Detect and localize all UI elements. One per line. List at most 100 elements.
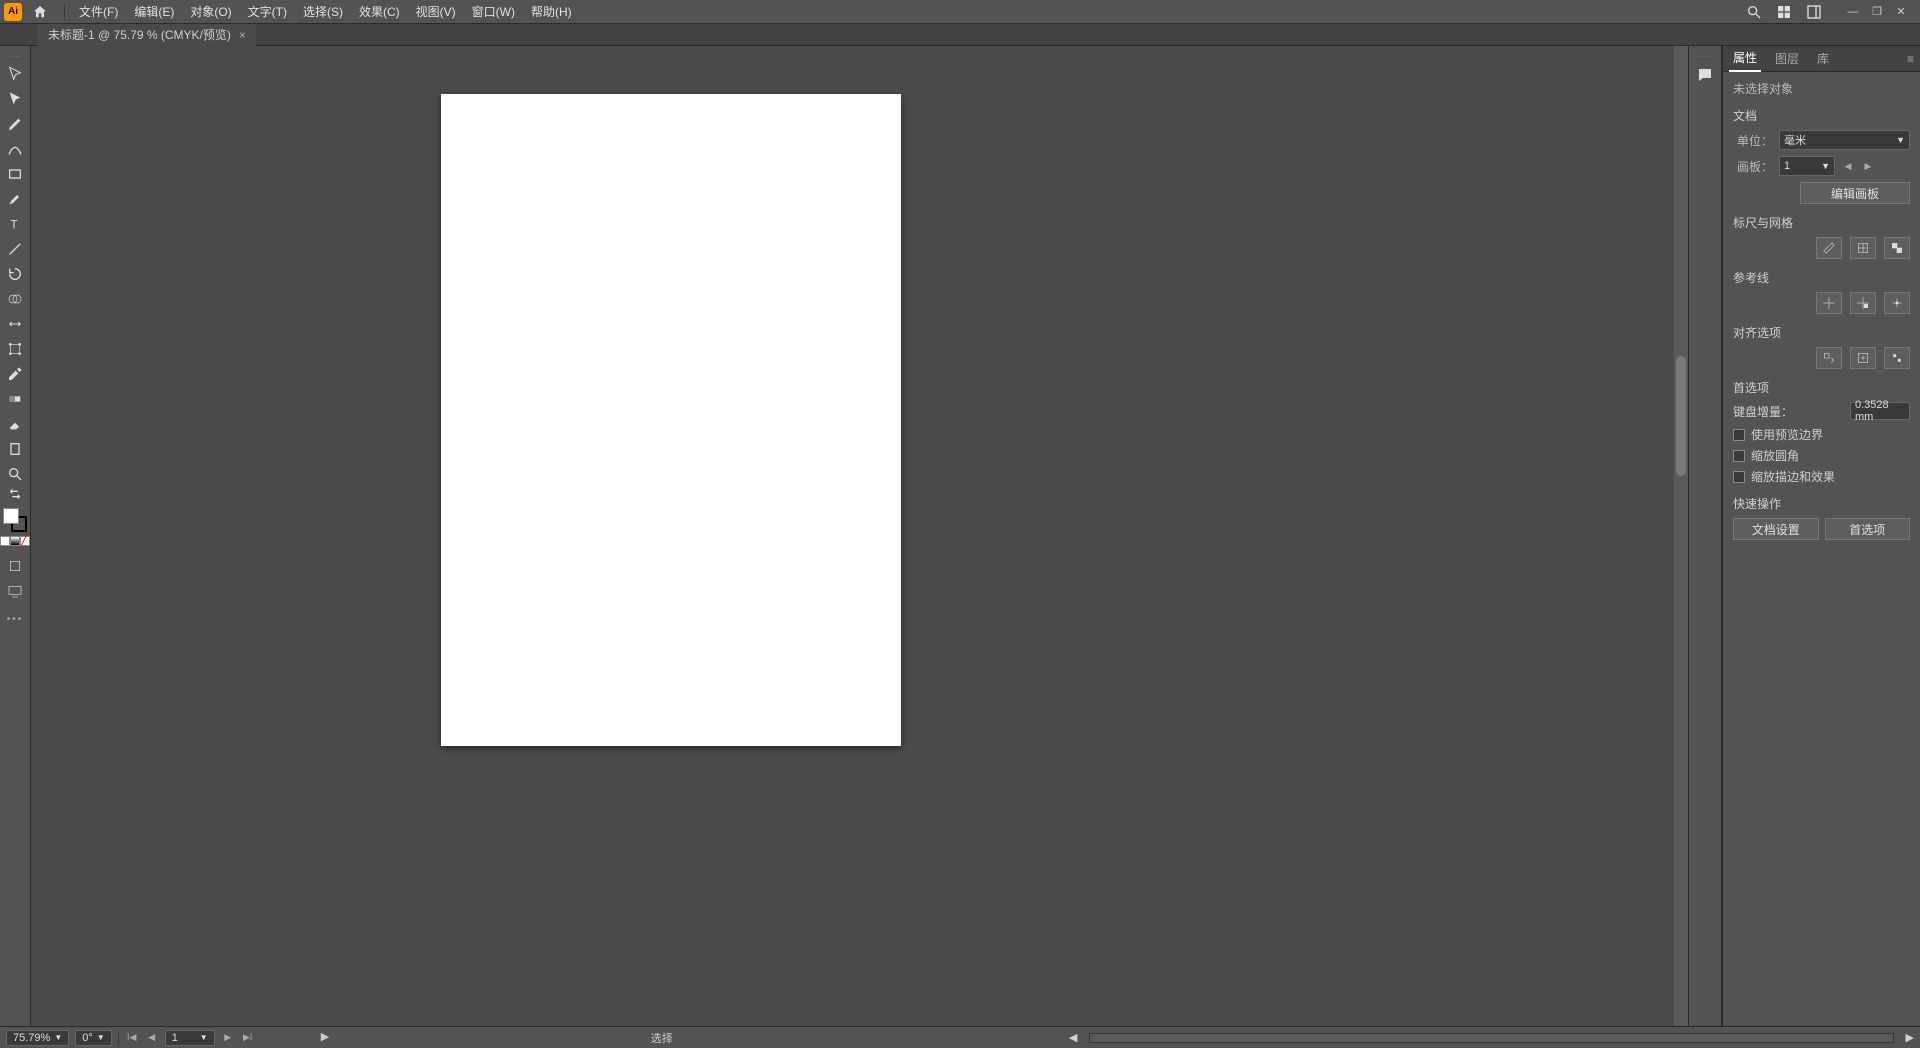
- close-icon[interactable]: ×: [239, 28, 246, 42]
- workspace-switcher-icon[interactable]: [1804, 2, 1824, 22]
- zoom-field[interactable]: 75.79% ▼: [6, 1030, 69, 1046]
- gradient-tool[interactable]: [2, 387, 28, 411]
- chevron-down-icon: ▼: [200, 1033, 208, 1042]
- prev-artboard-button[interactable]: ◀: [1841, 157, 1855, 175]
- smart-guides-button[interactable]: [1884, 292, 1910, 314]
- color-mode-gradient[interactable]: [10, 536, 20, 546]
- rulers-grid-title: 标尺与网格: [1733, 214, 1910, 231]
- grid-toggle-button[interactable]: [1850, 237, 1876, 259]
- vertical-scrollbar[interactable]: [1674, 46, 1688, 1026]
- paintbrush-tool[interactable]: [2, 187, 28, 211]
- edit-artboard-button[interactable]: 编辑画板: [1800, 182, 1910, 204]
- artboard-nav-field[interactable]: 1 ▼: [165, 1030, 215, 1046]
- scale-strokes-checkbox[interactable]: 缩放描边和效果: [1733, 468, 1910, 485]
- next-artboard-button[interactable]: ▶: [221, 1031, 235, 1045]
- document-section-title: 文档: [1733, 107, 1910, 124]
- color-mode-none[interactable]: ╱: [20, 536, 30, 546]
- artboard-select[interactable]: 1 ▼: [1779, 156, 1835, 176]
- toolbox-grip[interactable]: [3, 52, 27, 58]
- snap-to-grid-button[interactable]: [1850, 347, 1876, 369]
- dock-grip[interactable]: [1693, 52, 1717, 58]
- artboard[interactable]: [441, 94, 901, 746]
- menu-view[interactable]: 视图(V): [408, 0, 464, 24]
- line-segment-tool[interactable]: [2, 237, 28, 261]
- guides-title: 参考线: [1733, 269, 1910, 286]
- guides-lock-button[interactable]: [1850, 292, 1876, 314]
- guides-visibility-button[interactable]: [1816, 292, 1842, 314]
- eyedropper-tool[interactable]: [2, 362, 28, 386]
- rotate-tool[interactable]: [2, 262, 28, 286]
- pen-tool[interactable]: [2, 112, 28, 136]
- fill-color[interactable]: [3, 508, 19, 524]
- edit-toolbar-icon[interactable]: •••: [7, 614, 24, 625]
- screen-mode-icon[interactable]: [2, 579, 28, 603]
- rotate-view-field[interactable]: 0° ▼: [75, 1030, 111, 1046]
- snap-to-point-button[interactable]: [1816, 347, 1842, 369]
- menu-object[interactable]: 对象(O): [182, 0, 239, 24]
- first-artboard-button[interactable]: I◀: [125, 1031, 139, 1045]
- menu-edit[interactable]: 编辑(E): [126, 0, 182, 24]
- next-artboard-button[interactable]: ▶: [1861, 157, 1875, 175]
- zoom-tool[interactable]: [2, 462, 28, 486]
- shape-builder-tool[interactable]: [2, 287, 28, 311]
- arrange-documents-icon[interactable]: [1774, 2, 1794, 22]
- use-preview-bounds-checkbox[interactable]: 使用预览边界: [1733, 426, 1910, 443]
- minimize-button[interactable]: —: [1844, 5, 1862, 19]
- vertical-scrollbar-thumb[interactable]: [1676, 356, 1686, 476]
- eraser-tool[interactable]: [2, 412, 28, 436]
- home-icon[interactable]: [30, 2, 50, 22]
- hscroll-right-button[interactable]: ▶: [1906, 1031, 1914, 1044]
- units-select[interactable]: 毫米 ▼: [1779, 130, 1910, 150]
- color-mode-solid[interactable]: [0, 536, 10, 546]
- selection-tool[interactable]: [2, 62, 28, 86]
- menu-window[interactable]: 窗口(W): [464, 0, 523, 24]
- rectangle-tool[interactable]: [2, 162, 28, 186]
- artboard-value: 1: [1784, 160, 1790, 172]
- tab-properties[interactable]: 属性: [1729, 45, 1761, 72]
- artboard-tool[interactable]: [2, 437, 28, 461]
- status-bar: 75.79% ▼ 0° ▼ I◀ ◀ 1 ▼ ▶ ▶I 选择 ▶ ◀ ▶: [0, 1026, 1920, 1048]
- snap-to-pixel-button[interactable]: [1884, 347, 1910, 369]
- document-tab[interactable]: 未标题-1 @ 75.79 % (CMYK/预览) ×: [38, 24, 256, 46]
- key-increment-label: 键盘增量：: [1733, 403, 1844, 420]
- document-setup-button[interactable]: 文档设置: [1733, 518, 1819, 540]
- menu-bar: Ai 文件(F) 编辑(E) 对象(O) 文字(T) 选择(S) 效果(C) 视…: [0, 0, 1920, 24]
- tab-libraries[interactable]: 库: [1813, 46, 1833, 71]
- free-transform-tool[interactable]: [2, 337, 28, 361]
- units-label: 单位：: [1733, 132, 1773, 149]
- preferences-button[interactable]: 首选项: [1825, 518, 1911, 540]
- last-artboard-button[interactable]: ▶I: [241, 1031, 255, 1045]
- svg-text:T: T: [10, 218, 18, 232]
- close-button[interactable]: ✕: [1892, 5, 1910, 19]
- draw-mode-icon[interactable]: [2, 554, 28, 578]
- tab-layers[interactable]: 图层: [1771, 46, 1803, 71]
- swap-fill-stroke-icon[interactable]: [2, 487, 28, 501]
- direct-selection-tool[interactable]: [2, 87, 28, 111]
- horizontal-scrollbar[interactable]: [1089, 1033, 1893, 1043]
- menu-type[interactable]: 文字(T): [240, 0, 295, 24]
- prev-artboard-button[interactable]: ◀: [145, 1031, 159, 1045]
- status-menu-icon[interactable]: ▶: [321, 1030, 329, 1043]
- type-tool[interactable]: T: [2, 212, 28, 236]
- menu-effect[interactable]: 效果(C): [351, 0, 408, 24]
- chevron-down-icon: ▼: [1896, 135, 1905, 145]
- panel-menu-icon[interactable]: ≡: [1907, 52, 1914, 66]
- quick-actions-title: 快速操作: [1733, 495, 1910, 512]
- properties-panel: 属性 图层 库 ≡ 未选择对象 文档 单位： 毫米 ▼ 画板： 1 ▼: [1722, 46, 1920, 1026]
- hscroll-left-button[interactable]: ◀: [1069, 1031, 1077, 1044]
- fill-stroke-swatch[interactable]: [3, 508, 27, 532]
- key-increment-field[interactable]: 0.3528 mm: [1850, 402, 1910, 420]
- menu-file[interactable]: 文件(F): [71, 0, 126, 24]
- width-tool[interactable]: [2, 312, 28, 336]
- canvas-area[interactable]: [31, 46, 1688, 1026]
- menu-help[interactable]: 帮助(H): [523, 0, 580, 24]
- menu-select[interactable]: 选择(S): [295, 0, 351, 24]
- maximize-button[interactable]: ❐: [1868, 5, 1886, 19]
- scale-corners-checkbox[interactable]: 缩放圆角: [1733, 447, 1910, 464]
- ruler-toggle-button[interactable]: [1816, 237, 1842, 259]
- transparency-grid-button[interactable]: [1884, 237, 1910, 259]
- comments-panel-icon[interactable]: [1692, 62, 1718, 88]
- curvature-tool[interactable]: [2, 137, 28, 161]
- toolbox: T ╱ •••: [0, 46, 31, 1026]
- search-icon[interactable]: [1744, 2, 1764, 22]
